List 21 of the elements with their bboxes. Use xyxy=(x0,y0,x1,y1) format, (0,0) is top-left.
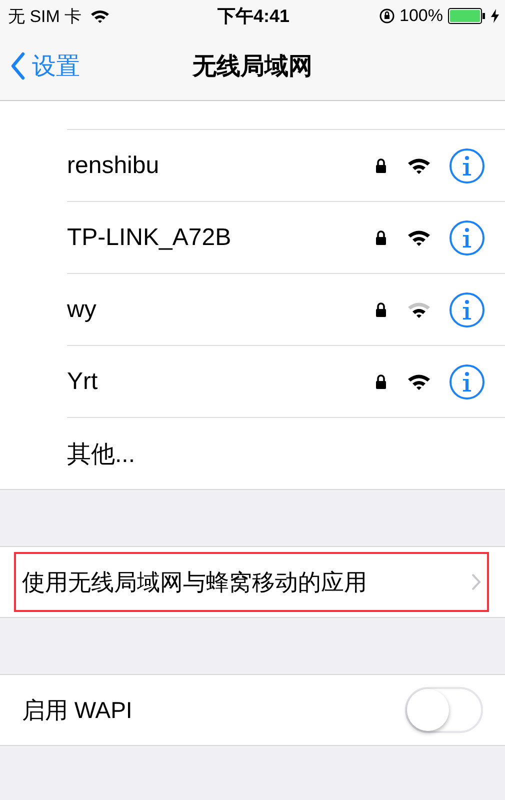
wapi-label: 启用 WAPI xyxy=(22,696,132,724)
wifi-icon xyxy=(90,8,110,24)
other-network-item[interactable]: 其他... xyxy=(67,438,485,470)
battery-percent: 100% xyxy=(400,6,443,26)
info-icon[interactable] xyxy=(449,220,485,256)
chevron-right-icon xyxy=(471,573,481,591)
network-name[interactable]: wy xyxy=(67,296,375,324)
page-title: 无线局域网 xyxy=(192,52,312,82)
info-icon[interactable] xyxy=(449,148,485,184)
back-chevron-icon xyxy=(10,52,26,80)
info-icon[interactable] xyxy=(449,364,485,400)
rotation-lock-icon xyxy=(378,8,395,24)
network-name[interactable]: Yrt xyxy=(67,368,375,396)
carrier-label: 无 SIM 卡 xyxy=(8,6,82,28)
wapi-toggle[interactable] xyxy=(405,687,483,733)
network-name[interactable]: renshibu xyxy=(67,152,375,180)
clock: 下午4:41 xyxy=(217,5,290,28)
network-name[interactable]: TP-LINK_A72B xyxy=(67,224,375,252)
apps-list-item[interactable]: 使用无线局域网与蜂窝移动的应用 xyxy=(14,552,489,612)
info-icon[interactable] xyxy=(449,292,485,328)
battery-icon xyxy=(448,7,486,25)
